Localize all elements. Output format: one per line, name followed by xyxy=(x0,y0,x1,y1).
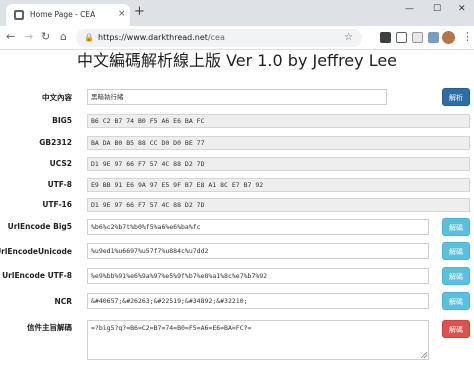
ncr-label: NCR xyxy=(54,297,72,306)
ucs2-label: UCS2 xyxy=(49,159,72,168)
utf8-label: UTF-8 xyxy=(47,180,72,189)
utf16-field[interactable]: D1 9E 97 66 F7 57 4C 88 D2 7D xyxy=(87,198,470,212)
resize-grip-icon[interactable] xyxy=(421,352,427,358)
url-utf8-input[interactable]: %e9%bb%91%e6%9a%97%e5%9f%b7%e8%a1%8c%e7%… xyxy=(87,268,429,284)
decode-mail-subject-button[interactable]: 解碼 xyxy=(442,320,470,338)
chinese-label: 中文內容 xyxy=(42,93,72,102)
browser-toolbar: ← → ↻ ⌂ 🔒 https://www.darkthread.net/cea… xyxy=(0,26,474,50)
decode-url-unicode-button[interactable]: 解碼 xyxy=(442,242,470,260)
bookmark-star-icon[interactable]: ☆ xyxy=(344,32,353,44)
mail-subject-textarea[interactable]: =?big5?q?=B6=C2=B7=74=B0=F5=A6=E6=BA=FC?… xyxy=(87,320,429,360)
gb2312-field[interactable]: BA DA B0 B5 88 CC D0 D0 BE 77 xyxy=(87,136,470,150)
tab-close-icon[interactable]: × xyxy=(118,9,126,19)
browser-menu-icon[interactable]: ⋮ xyxy=(462,30,473,44)
extension-icon[interactable] xyxy=(380,32,391,43)
decode-url-big5-button[interactable]: 解碼 xyxy=(442,218,470,236)
big5-label: BIG5 xyxy=(52,116,72,125)
decode-url-utf8-button[interactable]: 解碼 xyxy=(442,267,470,285)
mail-subject-label: 信件主旨解碼 xyxy=(27,323,72,332)
chinese-input[interactable]: 黑暗執行緒 xyxy=(87,89,387,105)
forward-arrow-icon[interactable]: → xyxy=(24,30,33,44)
url-path: /cea xyxy=(207,33,225,42)
reload-icon[interactable]: ↻ xyxy=(41,30,50,44)
lock-icon[interactable]: 🔒 xyxy=(84,33,94,43)
address-bar[interactable]: 🔒 https://www.darkthread.net/cea ☆ xyxy=(76,29,362,47)
decode-ncr-button[interactable]: 解碼 xyxy=(442,292,470,310)
back-arrow-icon[interactable]: ← xyxy=(6,30,15,44)
parse-button[interactable]: 解析 xyxy=(442,88,470,106)
url-unicode-label: UrlEncodeUnicode xyxy=(0,247,72,256)
big5-field[interactable]: B6 C2 B7 74 B0 F5 A6 E6 BA FC xyxy=(87,114,470,128)
new-tab-icon[interactable]: + xyxy=(134,5,145,19)
extension-icon[interactable] xyxy=(396,32,407,43)
profile-avatar[interactable] xyxy=(442,31,455,44)
url-big5-label: UrlEncode Big5 xyxy=(7,222,72,231)
gb2312-label: GB2312 xyxy=(39,138,72,147)
minimize-icon[interactable]: — xyxy=(405,3,414,15)
extension-icon[interactable] xyxy=(428,32,439,43)
url-utf8-label: UrlEncode UTF-8 xyxy=(2,271,72,280)
home-icon[interactable]: ⌂ xyxy=(60,30,67,44)
browser-tab[interactable]: Home Page - CEA × xyxy=(6,4,130,26)
browser-tab-strip: Home Page - CEA × + — ☐ ✕ xyxy=(0,0,474,26)
window-close-icon[interactable]: ✕ xyxy=(458,3,466,15)
ucs2-field[interactable]: D1 9E 97 66 F7 57 4C 88 D2 7D xyxy=(87,157,470,171)
page-favicon-icon xyxy=(14,10,24,20)
maximize-icon[interactable]: ☐ xyxy=(433,3,441,15)
page-title: 中文編碼解析線上版 Ver 1.0 by Jeffrey Lee xyxy=(76,51,398,70)
extension-icon[interactable] xyxy=(412,32,423,43)
mail-subject-text: =?big5?q?=B6=C2=B7=74=B0=F5=A6=E6=BA=FC?… xyxy=(91,324,252,332)
utf16-label: UTF-16 xyxy=(42,200,72,209)
url-big5-input[interactable]: %b6%c2%b7t%b0%f5%a6%e6%ba%fc xyxy=(87,219,429,235)
url-unicode-input[interactable]: %u9ed1%u6697%u57f7%u884c%u7dd2 xyxy=(87,243,429,259)
url-text[interactable]: https://www.darkthread.net/cea xyxy=(98,33,225,43)
url-host: https://www.darkthread.net xyxy=(98,33,208,42)
utf8-field[interactable]: E9 BB 91 E6 9A 97 E5 9F B7 E8 A1 8C E7 B… xyxy=(87,178,470,192)
tab-title: Home Page - CEA xyxy=(30,10,96,19)
ncr-input[interactable]: &#40657;&#26263;&#22519;&#34892;&#32210; xyxy=(87,293,429,309)
